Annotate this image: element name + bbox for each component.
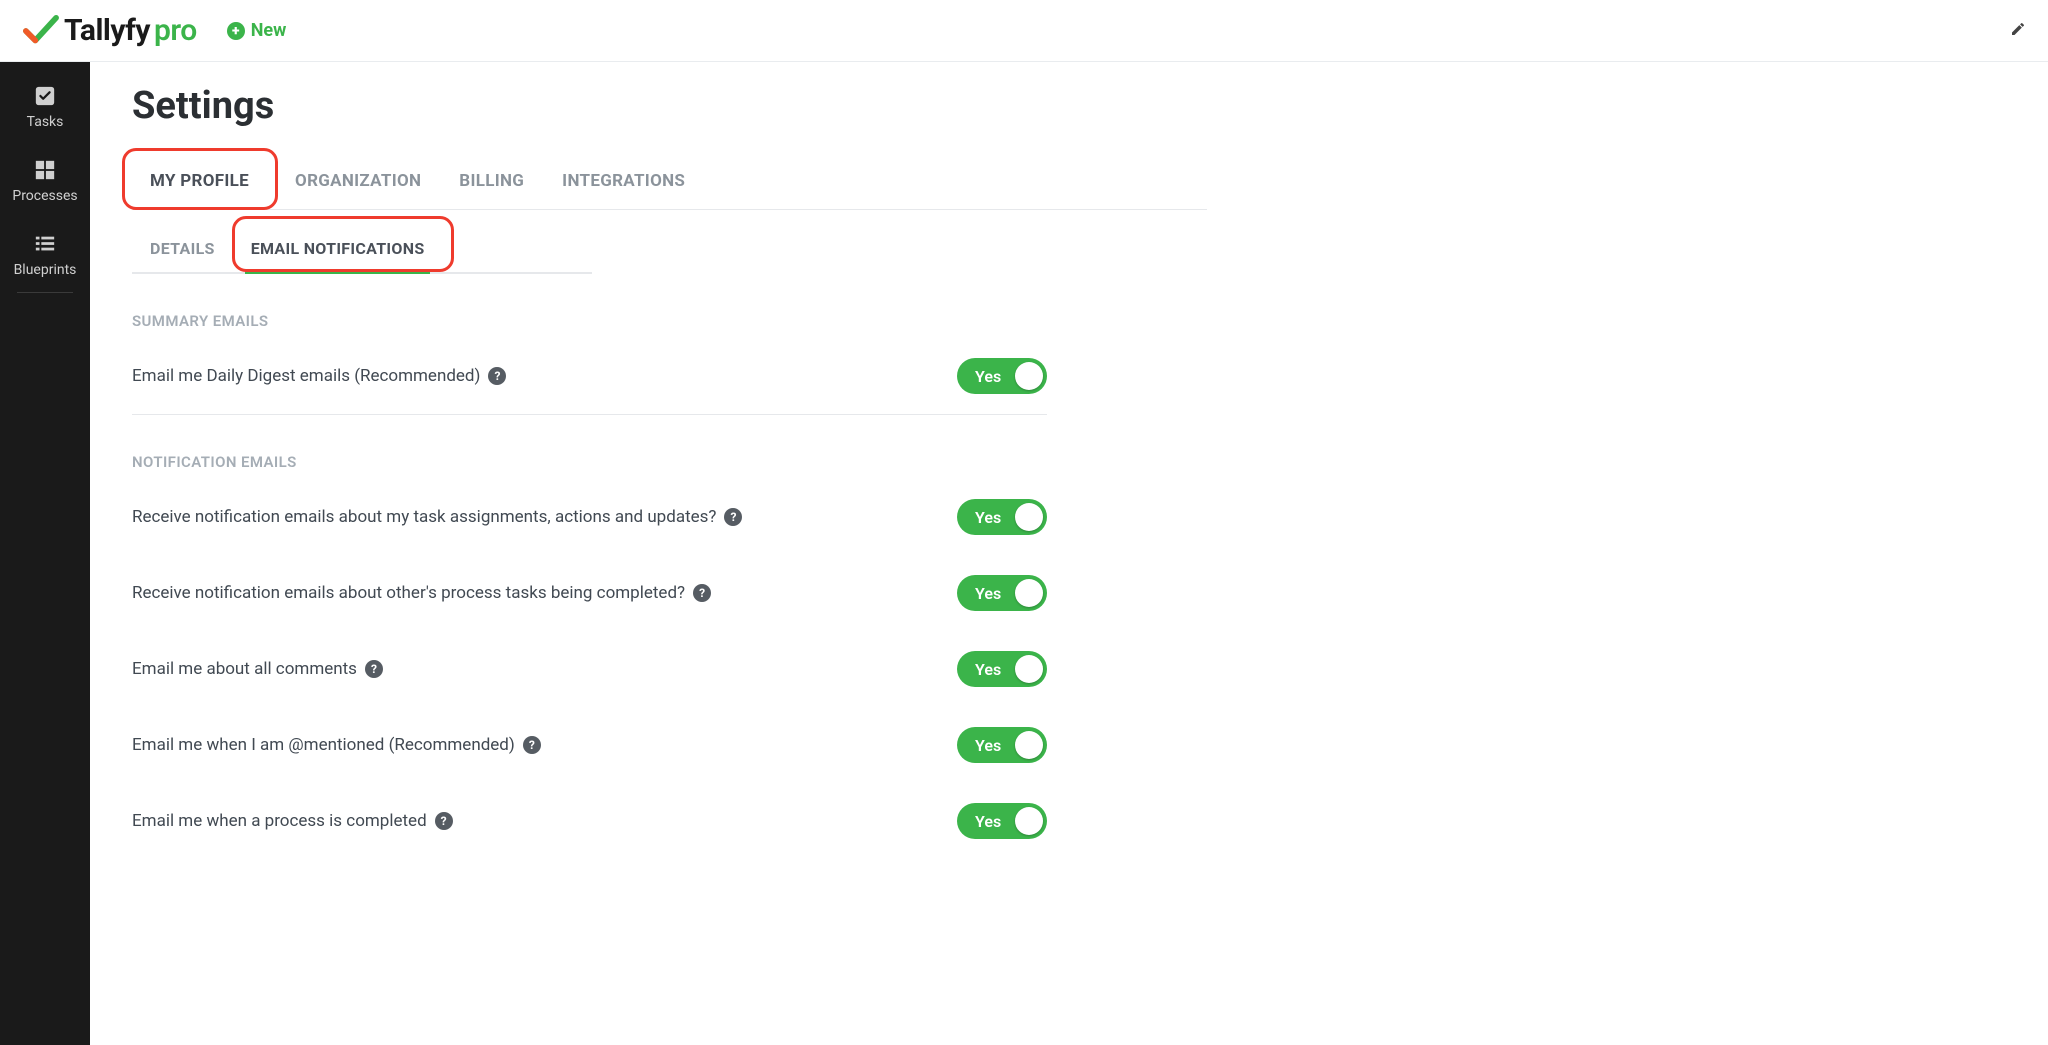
setting-label: Email me Daily Digest emails (Recommende… (132, 366, 480, 386)
setting-row-others-tasks: Receive notification emails about other'… (132, 555, 1047, 631)
toggle-process-completed[interactable]: Yes (957, 803, 1047, 839)
toggle-knob (1015, 655, 1043, 683)
plus-circle-icon: + (227, 22, 245, 40)
sidebar-divider (17, 292, 73, 293)
toggle-knob (1015, 807, 1043, 835)
toggle-knob (1015, 362, 1043, 390)
setting-label: Email me when a process is completed (132, 811, 427, 831)
tab-integrations[interactable]: INTEGRATIONS (562, 152, 685, 209)
page-title: Settings (132, 84, 2006, 128)
tabs-primary: MY PROFILE ORGANIZATION BILLING INTEGRAT… (132, 152, 1207, 210)
toggle-label: Yes (975, 660, 1001, 679)
new-button[interactable]: + New (227, 20, 287, 41)
toggle-label: Yes (975, 367, 1001, 386)
brand-logo[interactable]: Tallyfypro (22, 13, 197, 48)
toggle-knob (1015, 579, 1043, 607)
toggle-daily-digest[interactable]: Yes (957, 358, 1047, 394)
main-content: Settings MY PROFILE ORGANIZATION BILLING… (90, 62, 2048, 1045)
toggle-label: Yes (975, 584, 1001, 603)
help-icon[interactable]: ? (523, 736, 541, 754)
toggle-label: Yes (975, 736, 1001, 755)
toggle-label: Yes (975, 812, 1001, 831)
grid-icon (33, 158, 57, 182)
toggle-all-comments[interactable]: Yes (957, 651, 1047, 687)
section-title-summary: SUMMARY EMAILS (132, 312, 2006, 330)
logo-check-icon (22, 14, 60, 48)
sidebar-item-tasks[interactable]: Tasks (0, 84, 90, 130)
setting-label: Email me when I am @mentioned (Recommend… (132, 735, 515, 755)
brand-name-2: pro (154, 13, 197, 48)
sidebar-item-blueprints[interactable]: Blueprints (0, 232, 90, 278)
help-icon[interactable]: ? (693, 584, 711, 602)
toggle-at-mentioned[interactable]: Yes (957, 727, 1047, 763)
sidebar-item-label: Processes (12, 188, 77, 204)
help-icon[interactable]: ? (435, 812, 453, 830)
setting-row-all-comments: Email me about all comments ? Yes (132, 631, 1047, 707)
setting-row-at-mentioned: Email me when I am @mentioned (Recommend… (132, 707, 1047, 783)
tabs-secondary: DETAILS EMAIL NOTIFICATIONS (132, 218, 592, 274)
setting-label: Receive notification emails about my tas… (132, 507, 716, 527)
subtab-email-notifications[interactable]: EMAIL NOTIFICATIONS (251, 239, 425, 272)
new-button-label: New (251, 20, 287, 41)
setting-label: Email me about all comments (132, 659, 357, 679)
toggle-knob (1015, 731, 1043, 759)
tab-billing[interactable]: BILLING (459, 152, 524, 209)
help-icon[interactable]: ? (365, 660, 383, 678)
list-icon (33, 232, 57, 256)
toggle-others-tasks[interactable]: Yes (957, 575, 1047, 611)
tab-organization[interactable]: ORGANIZATION (295, 152, 421, 209)
tab-my-profile[interactable]: MY PROFILE (132, 152, 257, 209)
brand-name-1: Tallyfy (64, 13, 150, 48)
pencil-icon[interactable] (2010, 21, 2030, 41)
divider (132, 414, 1047, 415)
checkbox-icon (33, 84, 57, 108)
setting-row-task-assignments: Receive notification emails about my tas… (132, 479, 1047, 555)
setting-label: Receive notification emails about other'… (132, 583, 685, 603)
setting-row-daily-digest: Email me Daily Digest emails (Recommende… (132, 338, 1047, 414)
app-header: Tallyfypro + New (0, 0, 2048, 62)
help-icon[interactable]: ? (488, 367, 506, 385)
section-title-notifications: NOTIFICATION EMAILS (132, 453, 2006, 471)
subtab-details[interactable]: DETAILS (150, 239, 215, 272)
toggle-knob (1015, 503, 1043, 531)
toggle-label: Yes (975, 508, 1001, 527)
toggle-task-assignments[interactable]: Yes (957, 499, 1047, 535)
help-icon[interactable]: ? (724, 508, 742, 526)
sidebar: Tasks Processes Blueprint (0, 62, 90, 1045)
setting-row-process-completed: Email me when a process is completed ? Y… (132, 783, 1047, 859)
sidebar-item-label: Blueprints (14, 262, 77, 278)
sidebar-item-label: Tasks (27, 114, 64, 130)
sidebar-item-processes[interactable]: Processes (0, 158, 90, 204)
